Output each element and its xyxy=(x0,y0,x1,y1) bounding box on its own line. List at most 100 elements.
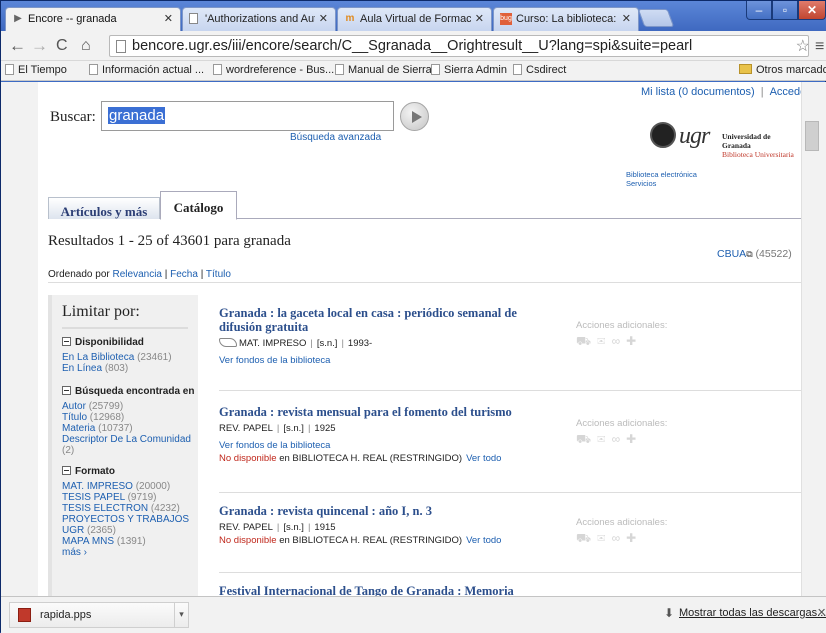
other-bookmarks[interactable]: Otros marcadores xyxy=(739,64,826,76)
address-bar[interactable]: bencore.ugr.es/iii/encore/search/C__Sgra… xyxy=(109,35,809,57)
facet-heading-disponibilidad[interactable]: Disponibilidad xyxy=(62,337,198,348)
chevron-down-icon[interactable]: ▾ xyxy=(174,603,188,627)
tab-encore[interactable]: ▶ Encore -- granada ✕ xyxy=(5,7,181,31)
facet-item[interactable]: MAPA MNS (1391) xyxy=(62,536,198,547)
facet-sidebar: Limitar por: Disponibilidad En La Biblio… xyxy=(48,295,198,596)
tab-close-icon[interactable]: ✕ xyxy=(319,12,328,25)
result-title[interactable]: Granada : la gaceta local en casa : peri… xyxy=(219,306,549,334)
more-link[interactable]: más › xyxy=(62,547,198,558)
page-icon xyxy=(89,64,98,75)
tab-close-icon[interactable]: ✕ xyxy=(164,12,173,25)
bookmark-item[interactable]: Sierra Admin xyxy=(431,64,507,76)
advanced-search-link[interactable]: Búsqueda avanzada xyxy=(290,132,381,143)
home-icon[interactable]: ⌂ xyxy=(81,37,91,55)
facet-item[interactable]: PROYECTOS Y TRABAJOS UGR (2365) xyxy=(62,514,192,536)
additional-actions: Acciones adicionales: ⛟✉∞✚ xyxy=(576,320,668,350)
search-label: Buscar: xyxy=(50,109,96,125)
add-icon: ✚ xyxy=(626,432,643,446)
my-list-link[interactable]: Mi lista (0 documentos) xyxy=(641,86,755,98)
bookmark-item[interactable]: Información actual ... xyxy=(89,64,204,76)
page-icon xyxy=(335,64,344,75)
facet-item[interactable]: En La Biblioteca (23461) xyxy=(62,352,198,363)
search-input[interactable]: granada xyxy=(101,101,394,131)
close-icon[interactable]: ✕ xyxy=(817,606,826,619)
biblioteca-electronica-link[interactable]: Biblioteca electrónica xyxy=(626,170,697,179)
folder-icon xyxy=(739,64,752,74)
minimize-button[interactable]: – xyxy=(746,1,772,20)
search-button[interactable] xyxy=(400,102,429,131)
bookmark-item[interactable]: Csdirect xyxy=(513,64,566,76)
servicios-link[interactable]: Servicios xyxy=(626,179,697,188)
show-all-downloads-link[interactable]: Mostrar todas las descargas... xyxy=(679,607,826,619)
divider xyxy=(219,572,801,573)
bookmark-star-icon[interactable]: ☆ xyxy=(796,36,808,56)
ver-todo-link[interactable]: Ver todo xyxy=(466,453,501,464)
tab-catalogo[interactable]: Catálogo xyxy=(160,191,237,220)
sort-fecha[interactable]: Fecha xyxy=(170,269,198,280)
browser-window: ▶ Encore -- granada ✕ 'Authorizations an… xyxy=(0,0,826,633)
collapse-icon[interactable] xyxy=(62,386,71,395)
add-icon: ✚ xyxy=(626,334,643,348)
maximize-button[interactable]: ▫ xyxy=(772,1,798,20)
facet-item[interactable]: En Línea (803) xyxy=(62,363,198,374)
link-icon: ∞ xyxy=(611,334,627,348)
back-arrow-icon[interactable]: ← xyxy=(9,37,26,55)
moodle-icon: m xyxy=(345,13,355,24)
tab-authorizations[interactable]: 'Authorizations and Authe ✕ xyxy=(182,7,336,31)
tab-strip: ▶ Encore -- granada ✕ 'Authorizations an… xyxy=(1,1,826,31)
download-arrow-icon: ⬇ xyxy=(664,606,675,620)
collapse-icon[interactable] xyxy=(62,466,71,475)
ugr-logo-text: ugr xyxy=(679,123,710,149)
limit-title: Limitar por: xyxy=(62,303,188,329)
tab-curso[interactable]: bug Curso: La biblioteca: servic ✕ xyxy=(493,7,639,31)
facet-item[interactable]: Título (12968) xyxy=(62,412,198,423)
tab-close-icon[interactable]: ✕ xyxy=(622,12,631,25)
facet-item[interactable]: TESIS PAPEL (9719) xyxy=(62,492,198,503)
result-title[interactable]: Granada : revista quincenal : año I, n. … xyxy=(219,504,549,518)
ugr-logo: ugr Universidad de Granada Biblioteca Un… xyxy=(650,122,800,159)
facet-item[interactable]: Descriptor De La Comunidad (2) xyxy=(62,434,192,456)
action-icons[interactable]: ⛟✉∞✚ xyxy=(576,432,667,448)
bookmark-item[interactable]: Manual de Sierra xyxy=(335,64,432,76)
close-window-button[interactable]: ✕ xyxy=(798,1,826,20)
login-link[interactable]: Acceder xyxy=(770,86,801,98)
holdings-link[interactable]: Ver fondos de la biblioteca xyxy=(219,440,801,451)
tab-close-icon[interactable]: ✕ xyxy=(475,12,484,25)
additional-actions: Acciones adicionales: ⛟✉∞✚ xyxy=(576,418,668,448)
result-title[interactable]: Granada : revista mensual para el foment… xyxy=(219,405,579,419)
page-icon xyxy=(116,40,126,53)
sort-relevancia[interactable]: Relevancia xyxy=(113,269,162,280)
facet-item[interactable]: Materia (10737) xyxy=(62,423,198,434)
reload-icon[interactable]: C xyxy=(56,37,68,55)
forward-arrow-icon[interactable]: → xyxy=(31,37,48,55)
action-icons[interactable]: ⛟✉∞✚ xyxy=(576,334,667,350)
holdings-link[interactable]: Ver fondos de la biblioteca xyxy=(219,355,801,366)
bug-icon: bug xyxy=(500,13,512,25)
facet-item[interactable]: Autor (25799) xyxy=(62,401,198,412)
bookmark-item[interactable]: El Tiempo xyxy=(5,64,67,76)
new-tab-button[interactable] xyxy=(637,9,675,27)
action-icons[interactable]: ⛟✉∞✚ xyxy=(576,531,667,547)
menu-icon[interactable]: ≡ xyxy=(815,38,824,56)
tab-articulos[interactable]: Artículos y más xyxy=(48,197,160,219)
download-item[interactable]: rapida.pps ▾ xyxy=(9,602,189,628)
cart-icon: ⛟ xyxy=(576,432,598,446)
facet-heading-formato[interactable]: Formato xyxy=(62,466,198,477)
divider xyxy=(219,492,801,493)
tab-aula-virtual[interactable]: m Aula Virtual de Formación ✕ xyxy=(337,7,492,31)
facet-item[interactable]: TESIS ELECTRON (4232) xyxy=(62,503,198,514)
bookmark-item[interactable]: wordreference - Bus... xyxy=(213,64,334,76)
cbua-link[interactable]: CBUA⧉ (45522) xyxy=(717,248,792,260)
facet-heading-busqueda[interactable]: Búsqueda encontrada en xyxy=(62,386,198,397)
result-title[interactable]: Festival Internacional de Tango de Grana… xyxy=(219,584,619,596)
play-icon xyxy=(412,111,422,123)
scrollbar-thumb[interactable] xyxy=(805,121,819,151)
add-icon: ✚ xyxy=(626,531,643,545)
ver-todo-link[interactable]: Ver todo xyxy=(466,535,501,546)
collapse-icon[interactable] xyxy=(62,337,71,346)
facet-item[interactable]: MAT. IMPRESO (20000) xyxy=(62,481,198,492)
top-links: Mi lista (0 documentos)|Acceder xyxy=(641,86,801,98)
browser-toolbar: ← → C ⌂ bencore.ugr.es/iii/encore/search… xyxy=(1,31,826,61)
scrollbar[interactable] xyxy=(801,82,826,596)
sort-titulo[interactable]: Título xyxy=(206,269,231,280)
